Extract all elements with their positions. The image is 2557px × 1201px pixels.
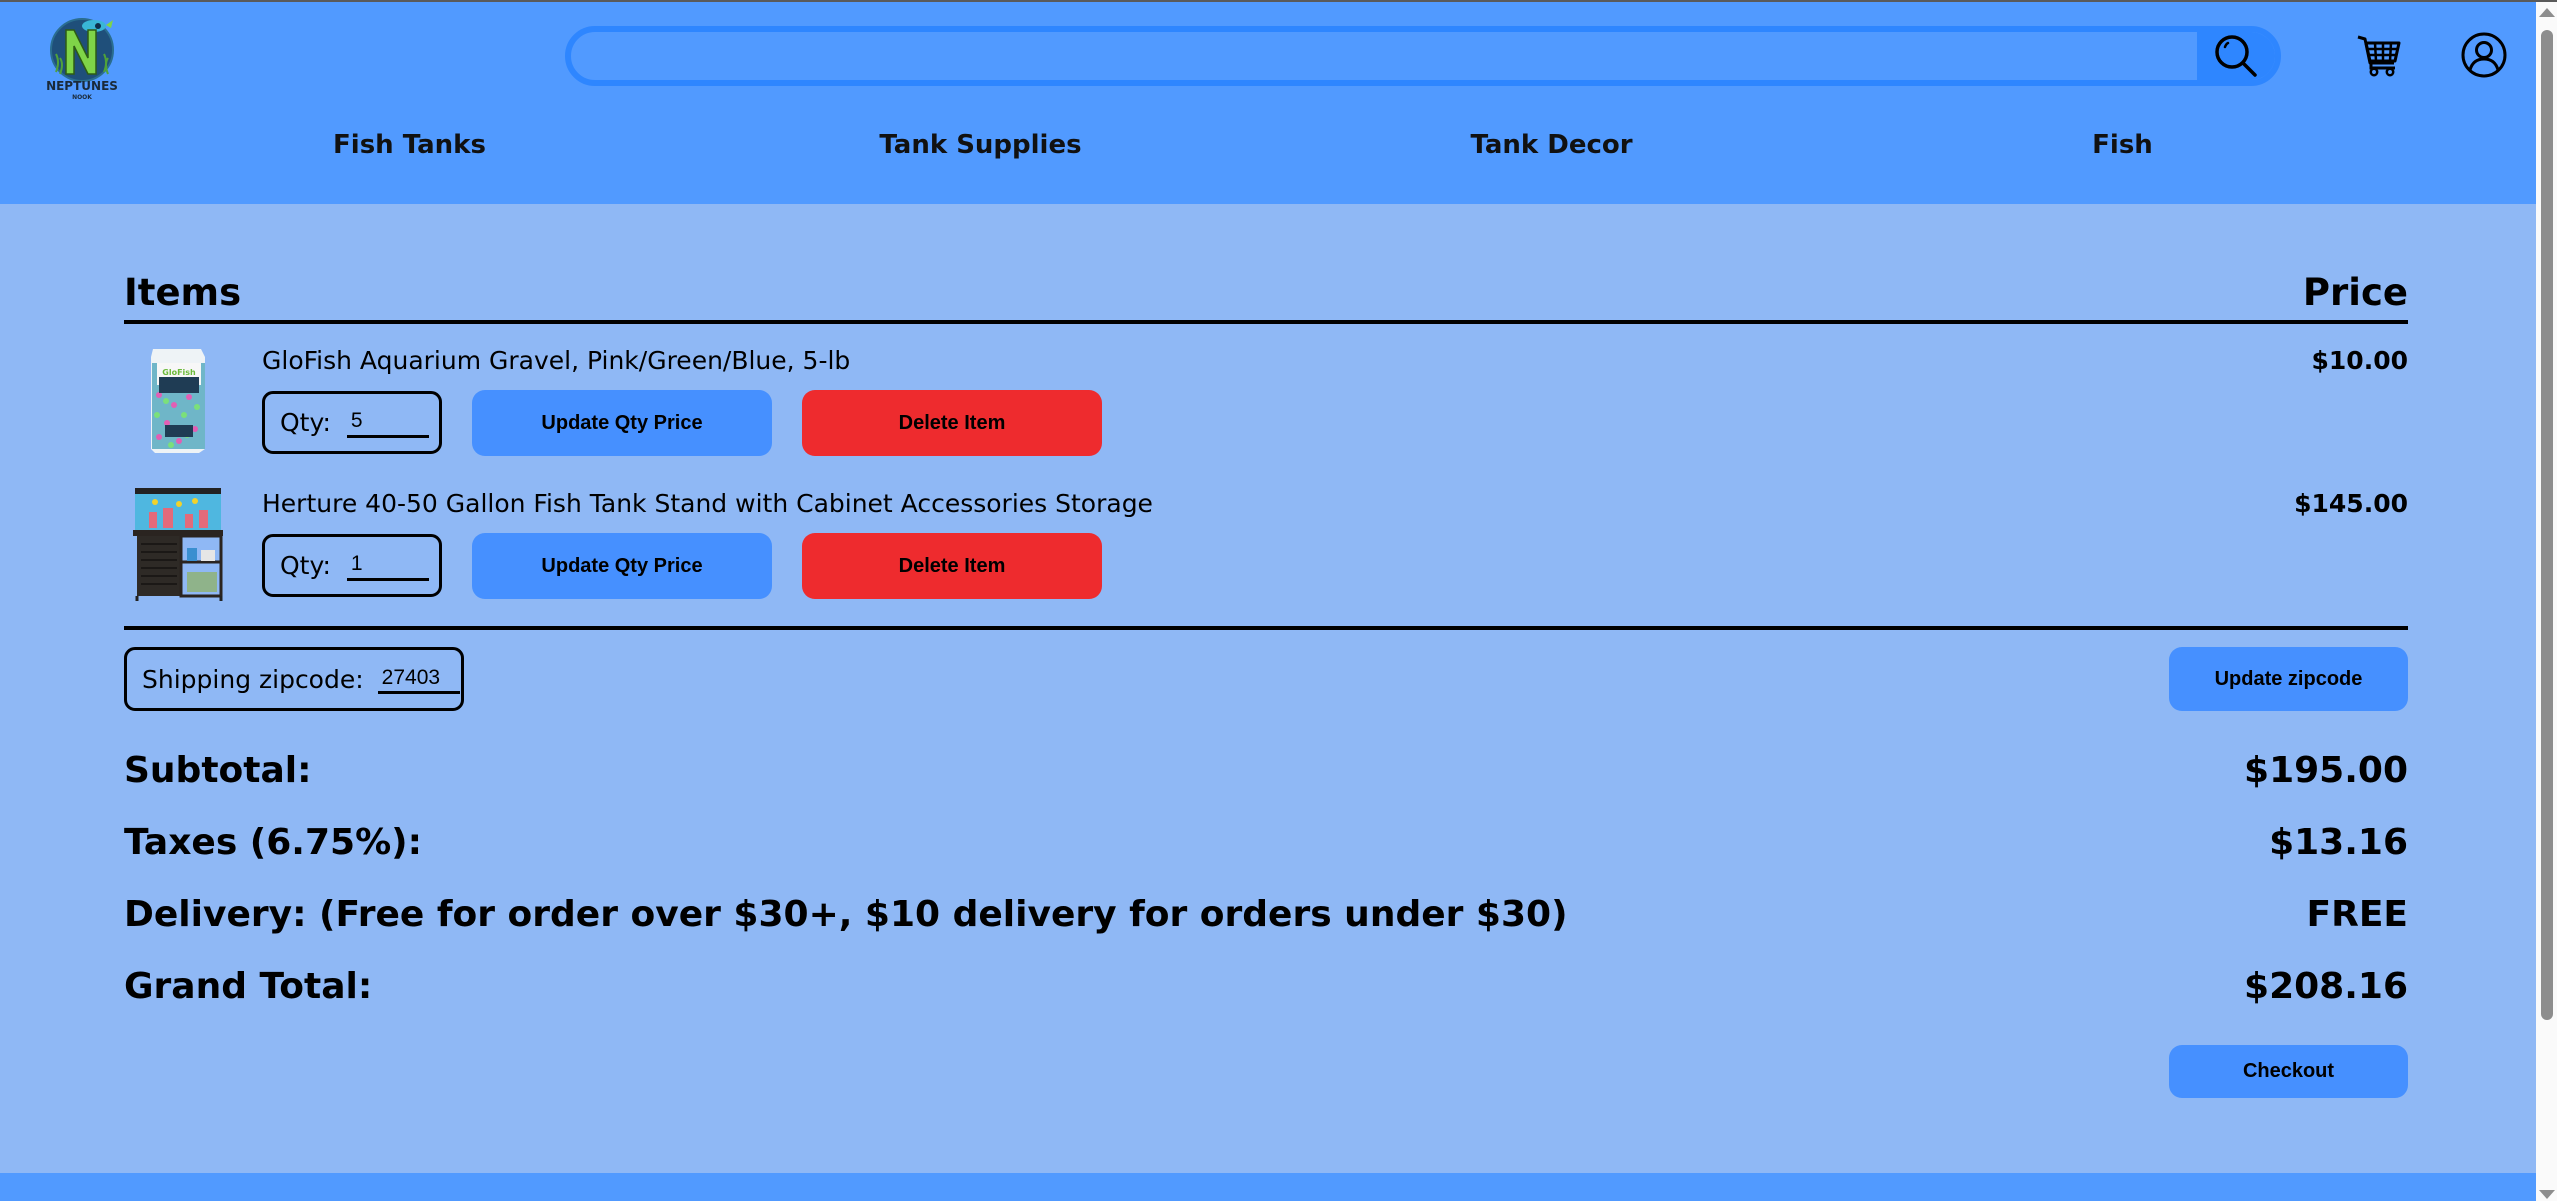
- search-input[interactable]: [571, 32, 2199, 80]
- grand-total-value: $208.16: [2244, 965, 2408, 1007]
- svg-text:GloFish: GloFish: [162, 368, 196, 377]
- svg-text:NEPTUNES: NEPTUNES: [46, 79, 118, 93]
- taxes-row: Taxes (6.75%): $13.16: [124, 817, 2408, 867]
- delivery-value: FREE: [2306, 893, 2409, 935]
- product-image: GloFish: [129, 345, 229, 460]
- item-title[interactable]: Herture 40-50 Gallon Fish Tank Stand wit…: [262, 488, 1153, 520]
- nav-tank-decor[interactable]: Tank Decor: [1266, 122, 1837, 168]
- cart-item: GloFish GloFish Aquarium Gravel, Pink/Gr…: [124, 345, 2408, 475]
- nav-fish[interactable]: Fish: [1837, 122, 2408, 168]
- fish-tank-stand-image-icon: [133, 488, 223, 601]
- item-title[interactable]: GloFish Aquarium Gravel, Pink/Green/Blue…: [262, 345, 850, 377]
- product-image: [129, 486, 229, 601]
- taxes-value: $13.16: [2269, 821, 2408, 863]
- cart-header: Items Price: [124, 269, 2408, 324]
- zipcode-input[interactable]: [377, 664, 460, 694]
- qty-label: Qty:: [280, 551, 331, 580]
- nav-tank-supplies[interactable]: Tank Supplies: [695, 122, 1266, 168]
- qty-label: Qty:: [280, 408, 331, 437]
- account-button[interactable]: [2459, 30, 2509, 80]
- search-bar: [565, 26, 2281, 86]
- update-zipcode-button[interactable]: Update zipcode: [2169, 647, 2408, 711]
- cart-item: Herture 40-50 Gallon Fish Tank Stand wit…: [124, 488, 2408, 618]
- user-account-icon: [2461, 32, 2507, 78]
- cart-button[interactable]: [2354, 30, 2404, 80]
- category-nav: Fish Tanks Tank Supplies Tank Decor Fish: [124, 122, 2408, 168]
- item-price: $145.00: [2294, 489, 2408, 518]
- search-icon: [2215, 35, 2257, 77]
- delete-item-button[interactable]: Delete Item: [802, 533, 1102, 599]
- item-price: $10.00: [2311, 346, 2408, 375]
- update-qty-price-button[interactable]: Update Qty Price: [472, 390, 772, 456]
- taxes-label: Taxes (6.75%):: [124, 821, 423, 863]
- delivery-row: Delivery: (Free for order over $30+, $10…: [124, 889, 2408, 939]
- page: NEPTUNES NOOK Fish Tanks Tank Supplies T…: [0, 0, 2536, 1201]
- site-footer: [0, 1173, 2536, 1201]
- delivery-label: Delivery: (Free for order over $30+, $10…: [124, 893, 1568, 935]
- quantity-field: Qty:: [262, 534, 442, 597]
- search-button[interactable]: [2197, 32, 2275, 80]
- nav-fish-tanks[interactable]: Fish Tanks: [124, 122, 695, 168]
- quantity-input[interactable]: [346, 407, 429, 438]
- scroll-down-arrow-icon[interactable]: [2539, 1190, 2555, 1199]
- quantity-field: Qty:: [262, 391, 442, 454]
- subtotal-label: Subtotal:: [124, 749, 312, 791]
- checkout-button[interactable]: Checkout: [2169, 1045, 2408, 1098]
- window-top-border: [0, 0, 2557, 2]
- scrollbar-thumb[interactable]: [2541, 30, 2553, 1020]
- cart-icon: [2357, 35, 2401, 77]
- update-qty-price-button[interactable]: Update Qty Price: [472, 533, 772, 599]
- subtotal-row: Subtotal: $195.00: [124, 745, 2408, 795]
- gravel-bag-image-icon: GloFish: [151, 349, 205, 453]
- svg-text:NOOK: NOOK: [72, 94, 92, 100]
- zipcode-label: Shipping zipcode:: [142, 664, 364, 694]
- price-column-header: Price: [2302, 271, 2408, 314]
- vertical-scrollbar[interactable]: [2536, 2, 2557, 1201]
- delete-item-button[interactable]: Delete Item: [802, 390, 1102, 456]
- subtotal-value: $195.00: [2244, 749, 2408, 791]
- shipping-zipcode-field: Shipping zipcode:: [124, 647, 464, 711]
- neptunes-nook-logo-icon: NEPTUNES NOOK: [46, 18, 118, 101]
- cart-divider: [124, 626, 2408, 630]
- grand-total-row: Grand Total: $208.16: [124, 961, 2408, 1011]
- quantity-input[interactable]: [346, 550, 429, 581]
- site-header: NEPTUNES NOOK Fish Tanks Tank Supplies T…: [0, 2, 2536, 204]
- grand-total-label: Grand Total:: [124, 965, 373, 1007]
- brand-logo[interactable]: NEPTUNES NOOK: [38, 12, 126, 101]
- items-column-header: Items: [124, 271, 242, 314]
- scroll-up-arrow-icon[interactable]: [2539, 8, 2555, 17]
